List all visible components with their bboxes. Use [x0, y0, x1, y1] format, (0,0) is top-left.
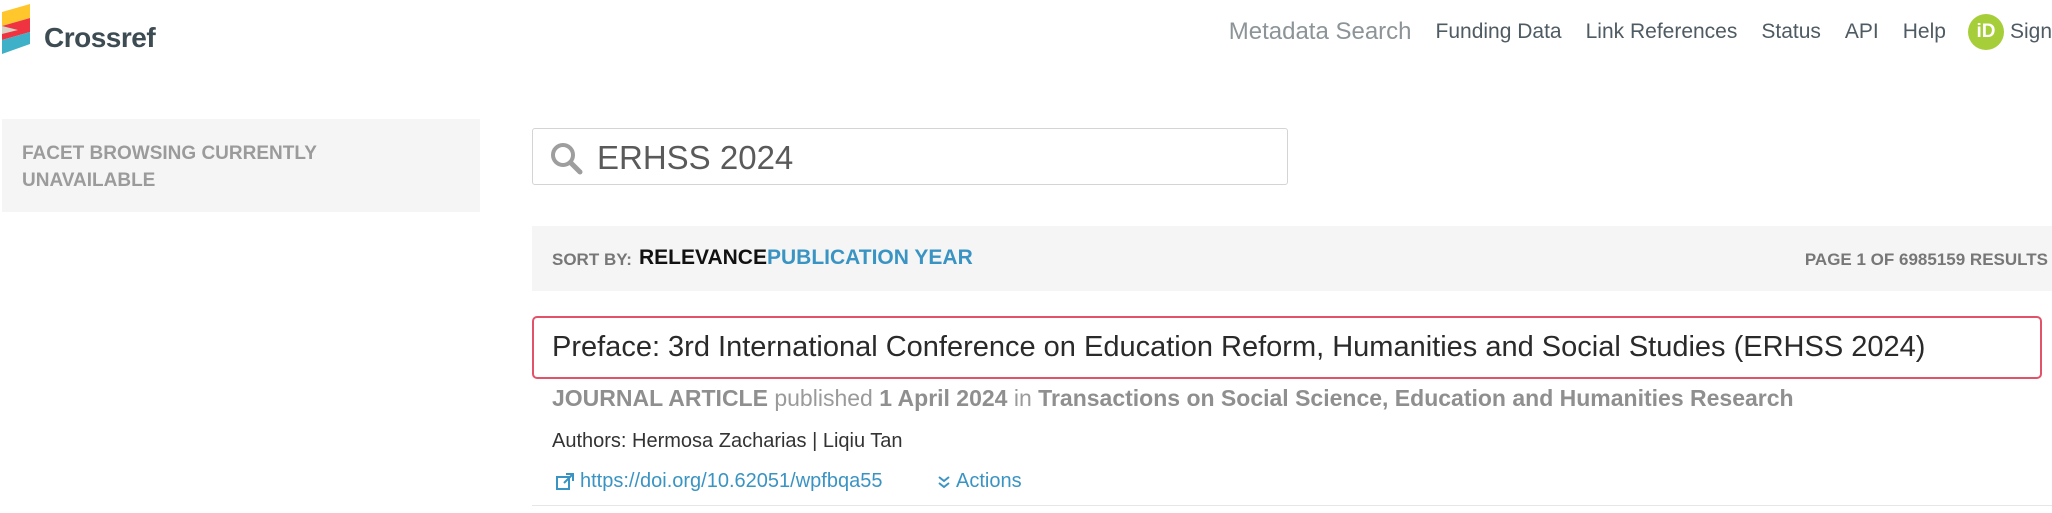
in-word: in	[1013, 385, 1032, 411]
doi-link[interactable]: https://doi.org/10.62051/wpfbqa55	[556, 470, 882, 493]
facet-unavailable-message: FACET BROWSING CURRENTLY UNAVAILABLE	[22, 143, 317, 191]
result-date: 1 April 2024	[879, 385, 1008, 411]
search-input[interactable]	[595, 135, 1259, 181]
nav-status[interactable]: Status	[1761, 20, 1821, 44]
result-divider	[532, 505, 2052, 506]
actions-toggle[interactable]: Actions	[938, 470, 1022, 493]
result-authors: Authors: Hermosa Zacharias | Liqiu Tan	[552, 430, 903, 452]
crossref-logo-mark-icon	[2, 4, 30, 54]
result-title[interactable]: Preface: 3rd International Conference on…	[552, 331, 1925, 364]
published-word: published	[774, 385, 873, 411]
result-type: JOURNAL ARTICLE	[552, 385, 768, 411]
nav-help[interactable]: Help	[1903, 20, 1946, 44]
result-meta: JOURNAL ARTICLE published 1 April 2024 i…	[552, 385, 1794, 412]
results-count: PAGE 1 OF 6985159 RESULTS	[1804, 250, 2048, 269]
doi-link-text[interactable]: https://doi.org/10.62051/wpfbqa55	[580, 470, 882, 493]
sort-publication-year[interactable]: PUBLICATION YEAR	[767, 246, 973, 270]
actions-label[interactable]: Actions	[956, 470, 1022, 493]
nav-link-references[interactable]: Link References	[1586, 20, 1738, 44]
top-nav: Metadata Search Funding Data Link Refere…	[1205, 0, 2052, 64]
sort-by-label: SORT BY:	[552, 250, 632, 269]
logo-text: Crossref	[44, 22, 156, 53]
nav-api[interactable]: API	[1845, 20, 1879, 44]
sort-relevance[interactable]: RELEVANCE	[639, 246, 767, 270]
facet-panel: FACET BROWSING CURRENTLY UNAVAILABLE	[2, 119, 480, 212]
nav-sign-in[interactable]: Sign	[2010, 20, 2052, 44]
crossref-logo[interactable]: Crossref	[0, 0, 160, 70]
external-link-icon	[556, 472, 574, 491]
nav-funding-data[interactable]: Funding Data	[1436, 20, 1562, 44]
result-journal: Transactions on Social Science, Educatio…	[1038, 385, 1794, 411]
nav-metadata-search[interactable]: Metadata Search	[1229, 18, 1412, 46]
search-icon	[549, 141, 583, 180]
result-title-highlight: Preface: 3rd International Conference on…	[532, 316, 2042, 379]
search-box[interactable]	[532, 128, 1288, 185]
orcid-icon[interactable]: iD	[1967, 14, 2004, 50]
double-chevron-down-icon	[938, 475, 950, 489]
sort-bar: SORT BY: RELEVANCE PUBLICATION YEAR PAGE…	[532, 226, 2052, 291]
